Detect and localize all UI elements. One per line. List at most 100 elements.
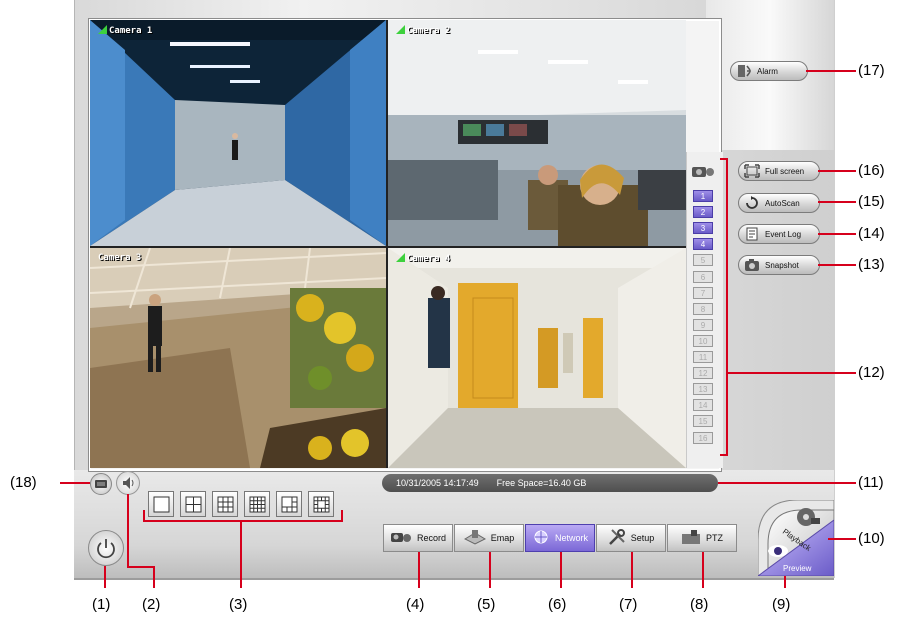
channel-button-10[interactable]: 10 [693, 334, 713, 347]
signal-indicator-icon [98, 25, 107, 34]
channel-button-9[interactable]: 9 [693, 318, 713, 331]
channel-button-6[interactable]: 6 [693, 270, 713, 283]
network-button[interactable]: Network [525, 524, 595, 552]
callout-line-14 [818, 233, 856, 235]
setup-button[interactable]: Setup [596, 524, 666, 552]
snapshot-icon [743, 258, 761, 272]
layout-nine-icon [217, 496, 233, 512]
callout-line-10 [828, 538, 856, 540]
callout-10: (10) [858, 530, 885, 547]
layout-single-icon [153, 496, 169, 512]
layout-thirteen-icon [313, 496, 329, 512]
channel-button-12[interactable]: 12 [693, 367, 713, 380]
playback-icon[interactable] [795, 506, 821, 528]
callout-7: (7) [619, 596, 638, 613]
callout-14: (14) [858, 225, 885, 242]
autoscan-icon [743, 196, 761, 210]
layout-6-button[interactable] [276, 491, 302, 517]
camera-icon[interactable] [690, 162, 716, 182]
setup-icon [608, 528, 626, 549]
callout-9: (9) [772, 596, 791, 613]
event-log-button[interactable]: Event Log [738, 224, 820, 244]
layout-9-button[interactable] [212, 491, 238, 517]
channel-button-16[interactable]: 16 [693, 431, 713, 444]
fullscreen-icon [743, 164, 761, 178]
channel-button-3[interactable]: 3 [693, 222, 713, 235]
full-screen-button[interactable]: Full screen [738, 161, 820, 181]
eventlog-icon [743, 227, 761, 241]
record-icon [390, 530, 412, 547]
ptz-button[interactable]: PTZ [667, 524, 737, 552]
keyboard-button[interactable] [90, 473, 112, 495]
callout-line-9 [784, 576, 786, 588]
callout-12: (12) [858, 364, 885, 381]
channel-button-5[interactable]: 5 [693, 254, 713, 267]
callout-line-3d [240, 522, 242, 588]
callout-line-12d [726, 372, 856, 374]
layout-13-button[interactable] [308, 491, 334, 517]
callout-2: (2) [142, 596, 161, 613]
speaker-button[interactable] [116, 471, 140, 495]
layout-4-button[interactable] [180, 491, 206, 517]
channel-button-14[interactable]: 14 [693, 399, 713, 412]
layout-quad-icon [185, 496, 201, 512]
callout-1: (1) [92, 596, 111, 613]
callout-line-2b [127, 566, 153, 568]
preview-icon[interactable] [765, 540, 791, 562]
camera-label: Camera 2 [396, 25, 450, 36]
channel-button-8[interactable]: 8 [693, 302, 713, 315]
callout-line-12c [726, 158, 728, 456]
callout-18: (18) [10, 474, 37, 491]
alarm-icon [735, 64, 753, 78]
channel-button-13[interactable]: 13 [693, 383, 713, 396]
status-datetime: 10/31/2005 14:17:49 [396, 478, 479, 488]
callout-line-15 [818, 201, 856, 203]
callout-line-3a [143, 520, 343, 522]
camera-label: Camera 1 [98, 25, 152, 36]
callout-line-6 [560, 552, 562, 588]
callout-line-18 [60, 482, 90, 484]
callout-line-3b [143, 510, 145, 522]
callout-15: (15) [858, 193, 885, 210]
ptz-icon [681, 529, 701, 548]
channel-button-2[interactable]: 2 [693, 206, 713, 219]
snapshot-button[interactable]: Snapshot [738, 255, 820, 275]
status-bar: 10/31/2005 14:17:49 Free Space=16.40 GB [382, 474, 718, 492]
callout-line-11 [718, 482, 856, 484]
emap-icon [463, 529, 486, 548]
layout-1-button[interactable] [148, 491, 174, 517]
record-button[interactable]: Record [383, 524, 453, 552]
callout-5: (5) [477, 596, 496, 613]
autoscan-button[interactable]: AutoScan [738, 193, 820, 213]
callout-11: (11) [858, 474, 884, 491]
callout-17: (17) [858, 62, 885, 79]
callout-line-7 [631, 552, 633, 588]
layout-six-icon [281, 496, 297, 512]
camera-view-2[interactable]: Camera 2 [388, 20, 686, 246]
channel-button-1[interactable]: 1 [693, 190, 713, 202]
power-button[interactable] [88, 530, 124, 566]
callout-8: (8) [690, 596, 709, 613]
callout-line-16 [818, 170, 856, 172]
callout-line-8 [702, 552, 704, 588]
callout-line-3c [341, 510, 343, 522]
camera-view-1[interactable]: Camera 1 [90, 20, 386, 246]
camera-view-4[interactable]: Camera 4 [388, 248, 686, 468]
channel-button-11[interactable]: 11 [693, 351, 713, 363]
network-icon [532, 529, 550, 548]
channel-button-4[interactable]: 4 [693, 238, 713, 251]
channel-button-15[interactable]: 15 [693, 415, 713, 428]
channel-button-7[interactable]: 7 [693, 286, 713, 299]
camera-label: Camera 3 [98, 253, 142, 263]
emap-button[interactable]: Emap [454, 524, 524, 552]
layout-16-button[interactable] [244, 491, 270, 517]
keyboard-icon [95, 480, 107, 488]
callout-4: (4) [406, 596, 425, 613]
layout-sixteen-icon [249, 496, 265, 512]
video-grid: Camera 1 Camera 2 Camera 3 Camera 4 [90, 20, 686, 468]
alarm-button[interactable]: Alarm [730, 61, 808, 81]
callout-line-5 [489, 552, 491, 588]
preview-label[interactable]: Preview [783, 564, 811, 573]
callout-line-17 [806, 70, 856, 72]
camera-view-3[interactable]: Camera 3 [90, 248, 386, 468]
